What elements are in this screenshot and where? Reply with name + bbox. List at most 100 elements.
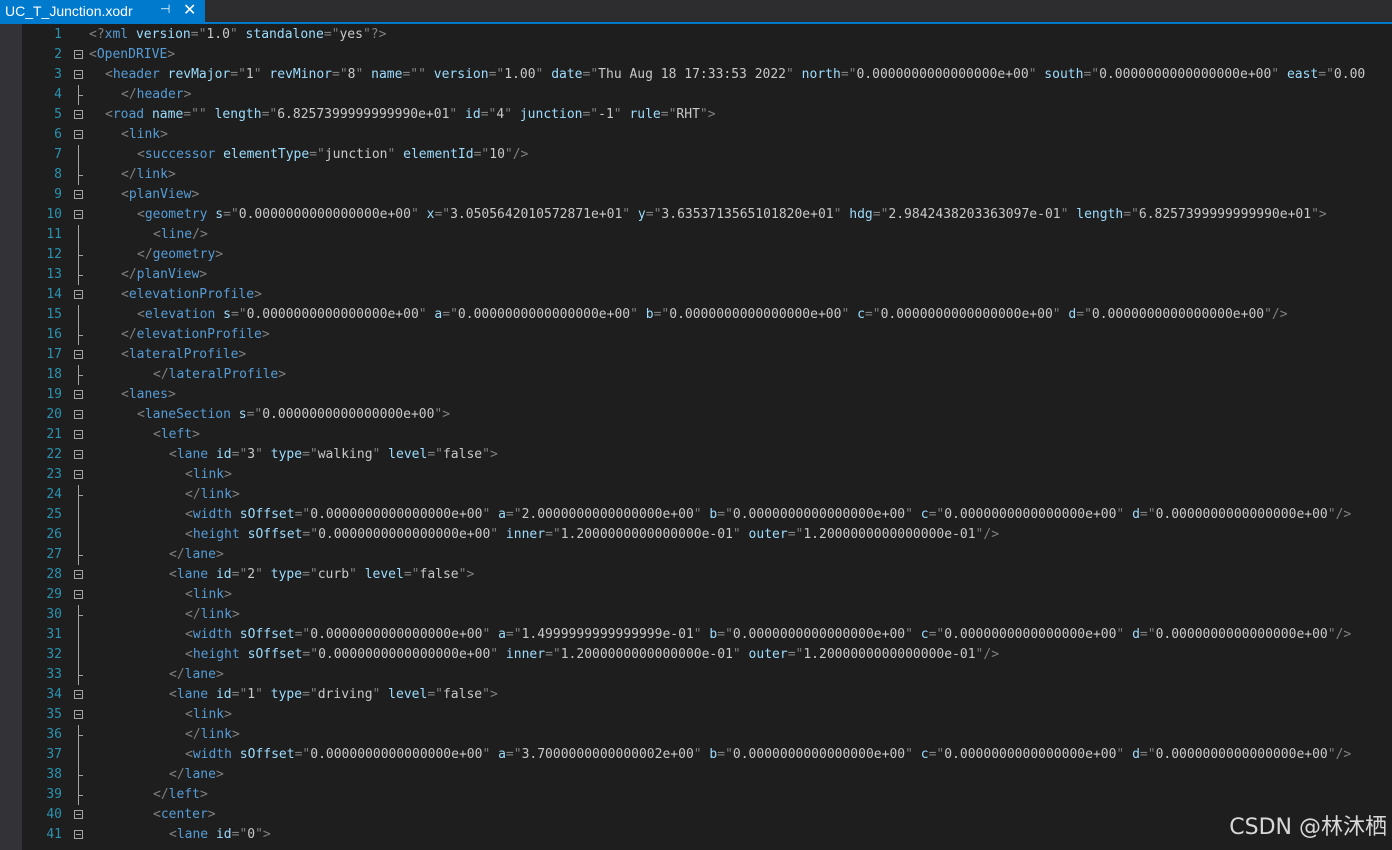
collapse-icon[interactable]	[74, 190, 83, 199]
code-line[interactable]: 27 </lane>	[22, 545, 1392, 565]
collapse-icon[interactable]	[74, 450, 83, 459]
code-line[interactable]: 22 <lane id="3" type="walking" level="fal…	[22, 445, 1392, 465]
code-line[interactable]: 40 <center>	[22, 805, 1392, 825]
code-punctuation: ="	[332, 67, 348, 82]
code-value: 0.0000000000000000e+00	[944, 507, 1117, 522]
code-line[interactable]: 5 <road name="" length="6.825739999999999…	[22, 105, 1392, 125]
line-number: 8	[54, 167, 62, 182]
code-tag-name: laneSection	[144, 407, 231, 422]
code-line[interactable]: 38 </lane>	[22, 765, 1392, 785]
close-icon[interactable]: ✕	[183, 0, 196, 22]
code-punctuation: ="	[294, 507, 311, 522]
code-line[interactable]: 33 </lane>	[22, 665, 1392, 685]
code-line[interactable]: 30 </link>	[22, 605, 1392, 625]
code-line[interactable]: 6 <link>	[22, 125, 1392, 145]
collapse-icon[interactable]	[74, 210, 83, 219]
code-punctuation: <	[169, 827, 177, 842]
code-line[interactable]: 3 <header revMajor="1" revMinor="8" name=…	[22, 65, 1392, 85]
collapse-icon[interactable]	[74, 430, 83, 439]
code-tag-name: elevationProfile	[128, 287, 255, 302]
code-line[interactable]: 1 <?xml version="1.0" standalone="yes"?>	[22, 25, 1392, 45]
code-punctuation: "	[1052, 307, 1061, 322]
code-punctuation: ="	[223, 207, 239, 222]
code-punctuation: "/>	[975, 527, 1000, 542]
code-text: <left>	[153, 425, 200, 445]
code-punctuation: <	[185, 467, 193, 482]
code-line[interactable]: 41 <lane id="0">	[22, 825, 1392, 845]
code-line[interactable]: 21 <left>	[22, 425, 1392, 445]
collapse-icon[interactable]	[74, 710, 83, 719]
code-line[interactable]: 35 <link>	[22, 705, 1392, 725]
code-attribute: s	[207, 207, 224, 222]
code-punctuation: "	[490, 527, 499, 542]
code-line[interactable]: 23 <link>	[22, 465, 1392, 485]
code-editor[interactable]: 1 <?xml version="1.0" standalone="yes"?> 2…	[22, 24, 1392, 850]
code-punctuation: </	[121, 87, 137, 102]
code-value: 1.4999999999999999e-01	[521, 627, 694, 642]
code-line[interactable]: 11 <line/>	[22, 225, 1392, 245]
code-line[interactable]: 4 </header>	[22, 85, 1392, 105]
collapse-icon[interactable]	[74, 110, 83, 119]
code-punctuation: "	[786, 67, 794, 82]
code-line[interactable]: 7 <successor elementType="junction" eleme…	[22, 145, 1392, 165]
code-punctuation: ="	[294, 747, 311, 762]
code-line[interactable]: 37 <width sOffset="0.0000000000000000e+00…	[22, 745, 1392, 765]
code-line[interactable]: 8 </link>	[22, 165, 1392, 185]
outline-guide	[78, 325, 83, 345]
collapse-icon[interactable]	[74, 410, 83, 419]
code-line[interactable]: 10 <geometry s="0.0000000000000000e+00" x…	[22, 205, 1392, 225]
code-tag-name: lane	[176, 687, 209, 702]
code-tag-name: OpenDRIVE	[96, 47, 168, 62]
code-line[interactable]: 26 <height sOffset="0.0000000000000000e+0…	[22, 525, 1392, 545]
code-line[interactable]: 20 <laneSection s="0.0000000000000000e+00…	[22, 405, 1392, 425]
code-value: walking	[317, 447, 373, 462]
code-line[interactable]: 12 </geometry>	[22, 245, 1392, 265]
code-punctuation: "	[255, 447, 263, 462]
code-line[interactable]: 19 <lanes>	[22, 385, 1392, 405]
code-line[interactable]: 28 <lane id="2" type="curb" level="false"…	[22, 565, 1392, 585]
code-tag-name: lane	[176, 827, 209, 842]
pin-icon[interactable]: ⊣	[160, 2, 170, 16]
code-line[interactable]: 39 </left>	[22, 785, 1392, 805]
code-text: </geometry>	[137, 245, 223, 265]
code-line[interactable]: 15 <elevation s="0.0000000000000000e+00" …	[22, 305, 1392, 325]
line-number: 12	[46, 247, 62, 262]
code-attribute: name	[363, 67, 403, 82]
code-line[interactable]: 14 <elevationProfile>	[22, 285, 1392, 305]
code-value: 1.2000000000000000e-01	[560, 647, 733, 662]
code-line[interactable]: 2 <OpenDRIVE>	[22, 45, 1392, 65]
code-line[interactable]: 32 <height sOffset="0.0000000000000000e+0…	[22, 645, 1392, 665]
code-punctuation: ="	[231, 567, 248, 582]
collapse-icon[interactable]	[74, 350, 83, 359]
code-line[interactable]: 34 <lane id="1" type="driving" level="fal…	[22, 685, 1392, 705]
code-line[interactable]: 9 <planView>	[22, 185, 1392, 205]
collapse-icon[interactable]	[74, 70, 83, 79]
collapse-icon[interactable]	[74, 390, 83, 399]
outline-guide	[78, 225, 79, 245]
tab-uc-t-junction[interactable]: UC_T_Junction.xodr ⊣ ✕	[0, 0, 205, 22]
collapse-icon[interactable]	[74, 810, 83, 819]
code-punctuation: ="	[1139, 747, 1156, 762]
code-line[interactable]: 16 </elevationProfile>	[22, 325, 1392, 345]
code-line[interactable]: 13 </planView>	[22, 265, 1392, 285]
collapse-icon[interactable]	[74, 130, 83, 139]
collapse-icon[interactable]	[74, 290, 83, 299]
code-line[interactable]: 18 </lateralProfile>	[22, 365, 1392, 385]
collapse-icon[interactable]	[74, 830, 83, 839]
code-line[interactable]: 29 <link>	[22, 585, 1392, 605]
code-line[interactable]: 17 <lateralProfile>	[22, 345, 1392, 365]
collapse-icon[interactable]	[74, 50, 83, 59]
collapse-icon[interactable]	[74, 470, 83, 479]
collapse-icon[interactable]	[74, 590, 83, 599]
code-text: </planView>	[121, 265, 207, 285]
code-line[interactable]: 24 </link>	[22, 485, 1392, 505]
code-value: 0.0000000000000000e+00	[457, 307, 631, 322]
code-tag-name: header	[112, 67, 160, 82]
code-line[interactable]: 36 </link>	[22, 725, 1392, 745]
code-text: </link>	[185, 725, 240, 745]
code-line[interactable]: 25 <width sOffset="0.0000000000000000e+00…	[22, 505, 1392, 525]
collapse-icon[interactable]	[74, 570, 83, 579]
code-line[interactable]: 31 <width sOffset="0.0000000000000000e+00…	[22, 625, 1392, 645]
code-punctuation: ="	[231, 687, 248, 702]
collapse-icon[interactable]	[74, 690, 83, 699]
